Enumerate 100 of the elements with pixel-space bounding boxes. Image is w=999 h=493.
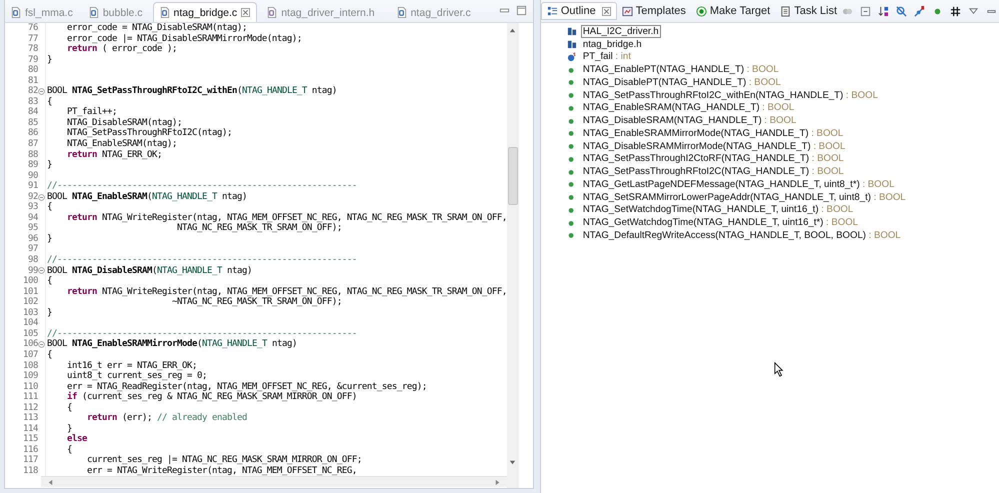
outline-item[interactable]: NTAG_SetPassThroughRFtoI2C_withEn(NTAG_HANDLE_T) : BOOL	[580, 88, 880, 102]
outline-item[interactable]: NTAG_SetPassThroughI2CtoRF(NTAG_HANDLE_T) : BOOL	[580, 152, 846, 166]
code-line: int16_t err = NTAG_ERR_OK;	[66, 360, 197, 370]
code-line: return NTAG_WriteRegister(ntag, NTAG_MEM_OFFSET_NC_REG, NTAG_NC_REG_MASK_TR_SRAM_ON_OFF,	[66, 212, 507, 223]
outline-item[interactable]: HAL_I2C_driver.h	[580, 24, 661, 38]
line-number: 102	[23, 297, 38, 308]
code-line: BOOL NTAG_SetPassThroughRFtoI2C_withEn(NTAG_HANDLE_T ntag)	[47, 86, 337, 97]
line-number: 109	[23, 371, 38, 382]
code-line: ~NTAG_NC_REG_MASK_TR_SRAM_ON_OFF);	[172, 297, 342, 308]
code-line: //------------------------------------------------------------	[47, 328, 357, 339]
line-number: 90	[28, 170, 38, 181]
line-number: 83	[28, 96, 38, 107]
code-line: }	[66, 424, 72, 434]
line-number: 79	[28, 54, 38, 65]
panel-tab[interactable]: Templates	[616, 3, 691, 19]
editor-tab[interactable]: ntag_bridge.c	[152, 2, 258, 22]
line-number: 100	[23, 276, 38, 287]
line-number: 82	[28, 86, 38, 97]
line-number: 106	[23, 339, 38, 350]
code-line: //------------------------------------------------------------	[47, 181, 357, 192]
code-line: BOOL NTAG_EnableSRAM(NTAG_HANDLE_T ntag)	[47, 192, 247, 202]
line-number: 107	[23, 350, 38, 360]
code-line: }	[47, 234, 52, 244]
line-number: 87	[28, 139, 38, 150]
line-number: 91	[28, 181, 38, 192]
code-line: {	[47, 96, 52, 108]
code-line: return (err); // already enabled	[86, 413, 247, 424]
code-line: err = NTAG_WriteRegister(ntag, NTAG_MEM_OFFSET_NC_REG,	[86, 466, 357, 476]
outline-item[interactable]: NTAG_DisableSRAM(NTAG_HANDLE_T) : BOOL	[580, 114, 798, 128]
code-line: BOOL NTAG_DisableSRAM(NTAG_HANDLE_T ntag)	[47, 266, 252, 276]
outline-item[interactable]: NTAG_SetWatchdogTime(NTAG_HANDLE_T, uint16_t) : BOOL	[580, 203, 856, 216]
code-line: PT_fail++;	[66, 107, 117, 118]
line-number: 104	[23, 318, 38, 329]
line-number: 85	[28, 118, 38, 128]
code-line: current_ses_reg |= NTAG_NC_REG_MASK_SRAM_MIRROR_ON_OFF;	[86, 455, 362, 466]
line-number: 103	[23, 308, 38, 318]
line-number: 86	[28, 128, 38, 139]
code-line: }	[47, 308, 52, 318]
code-line: {	[47, 350, 52, 360]
line-number: 97	[28, 244, 38, 255]
line-number: 114	[23, 424, 38, 434]
outline-item[interactable]: PT_fail : int	[580, 50, 633, 64]
code-line: return NTAG_ERR_OK;	[66, 150, 162, 160]
code-line: {	[47, 202, 52, 213]
outline-item[interactable]: NTAG_DisableSRAMMirrorMode(NTAG_HANDLE_T) : BOOL	[580, 140, 848, 153]
line-number: 98	[28, 255, 38, 266]
panel-tab[interactable]: Outline	[540, 2, 617, 20]
outline-item[interactable]: NTAG_DefaultRegWriteAccess(NTAG_HANDLE_T, BOOL, BOOL) : BOOL	[580, 228, 903, 242]
code-line: }	[47, 160, 52, 171]
panel-tab[interactable]: Make Target	[690, 3, 776, 19]
code-line: error_code |= NTAG_DisableSRAMMirrorMode(ntag);	[66, 34, 302, 44]
panel-tab[interactable]: Task List	[775, 3, 842, 19]
line-number: 118	[23, 466, 38, 476]
line-number: 77	[28, 34, 38, 44]
outline-item[interactable]: NTAG_GetLastPageNDEFMessage(NTAG_HANDLE_T, uint8_t*) : BOOL	[580, 178, 896, 191]
outline-item[interactable]: ntag_bridge.h	[580, 38, 644, 51]
code-line: }	[47, 54, 52, 66]
code-line: {	[66, 444, 72, 456]
line-number: 95	[28, 223, 38, 234]
line-number: 105	[23, 328, 38, 339]
line-number: 92	[28, 192, 38, 202]
line-number: 99	[28, 266, 38, 276]
line-number: 88	[28, 150, 38, 160]
line-number: 101	[23, 286, 38, 297]
line-number: 80	[28, 65, 38, 76]
line-number: 112	[23, 402, 38, 413]
outline-item[interactable]: NTAG_SetPassThroughRFtoI2C(NTAG_HANDLE_T) : BOOL	[580, 165, 846, 178]
line-number: 84	[28, 107, 38, 118]
code-line: return ( error_code );	[66, 44, 177, 55]
line-number: 116	[23, 444, 38, 456]
line-number: 110	[23, 382, 38, 392]
code-line: NTAG_SetPassThroughRFtoI2C(ntag);	[66, 128, 232, 139]
line-number: 76	[28, 23, 38, 34]
code-line: NTAG_NC_REG_MASK_TR_SRAM_ON_OFF);	[176, 223, 342, 234]
line-number: 94	[28, 212, 38, 223]
line-number: 93	[28, 202, 38, 213]
line-number: 111	[23, 392, 38, 403]
code-line: else	[66, 434, 87, 445]
outline-item[interactable]: NTAG_EnablePT(NTAG_HANDLE_T) : BOOL	[580, 63, 781, 76]
line-number: 108	[23, 360, 38, 371]
outline-item[interactable]: NTAG_EnableSRAM(NTAG_HANDLE_T) : BOOL	[580, 101, 796, 114]
code-line: uint8_t current_ses_reg = 0;	[66, 371, 207, 382]
code-line: if (current_ses_reg & NTAG_NC_REG_MASK_SRAM_MIRROR_ON_OFF)	[66, 392, 357, 403]
line-number: 89	[28, 160, 38, 171]
code-line: //------------------------------------------------------------	[47, 255, 357, 266]
line-number: 78	[28, 44, 38, 55]
outline-item[interactable]: NTAG_EnableSRAMMirrorMode(NTAG_HANDLE_T) : BOOL	[580, 126, 846, 140]
code-line: return NTAG_WriteRegister(ntag, NTAG_MEM_OFFSET_NC_REG, NTAG_NC_REG_MASK_TR_SRAM_ON_OFF,	[66, 286, 507, 297]
line-number: 117	[23, 455, 38, 466]
code-line: NTAG_DisableSRAM(ntag);	[66, 118, 182, 128]
line-number: 115	[23, 434, 38, 445]
code-line: NTAG_EnableSRAM(ntag);	[66, 139, 177, 150]
outline-item[interactable]: NTAG_DisablePT(NTAG_HANDLE_T) : BOOL	[580, 76, 783, 89]
code-line: error_code = NTAG_DisableSRAM(ntag);	[66, 23, 247, 34]
code-line: err = NTAG_ReadRegister(ntag, NTAG_MEM_OFFSET_NC_REG, &current_ses_reg);	[66, 382, 427, 392]
outline-item[interactable]: NTAG_GetWatchdogTime(NTAG_HANDLE_T, uint16_t*) : BOOL	[580, 216, 860, 230]
outline-item[interactable]: NTAG_SetSRAMMirrorLowerPageAddr(NTAG_HANDLE_T, uint8_t) : BOOL	[580, 190, 908, 204]
line-number: 113	[23, 413, 38, 424]
code-line: {	[66, 402, 72, 414]
code-line: BOOL NTAG_EnableSRAMMirrorMode(NTAG_HANDLE_T ntag)	[47, 339, 297, 350]
